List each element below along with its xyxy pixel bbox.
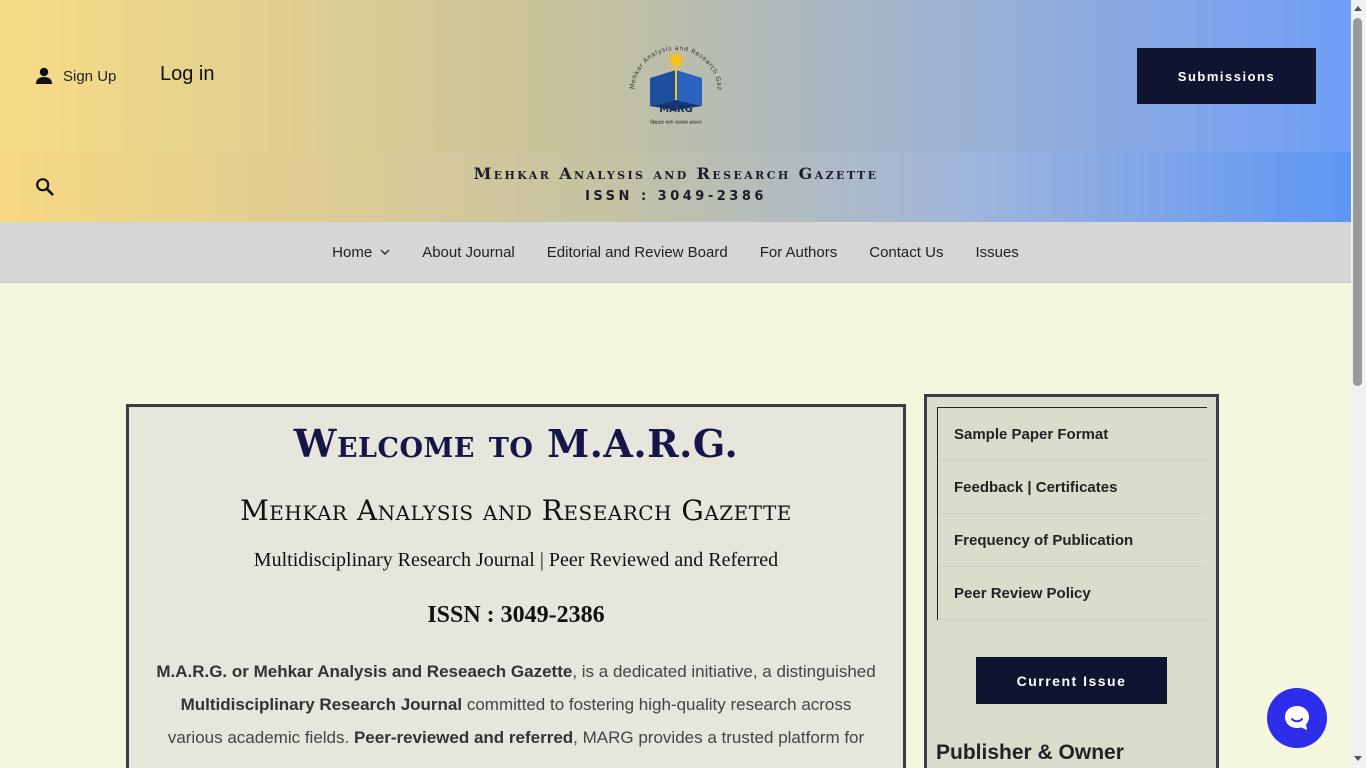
publisher-heading: Publisher & Owner xyxy=(936,741,1124,764)
header-brand-bar: Mehkar Analysis and Research Gazette ISS… xyxy=(0,152,1351,222)
sidebar-item-frequency[interactable]: Frequency of Publication xyxy=(938,514,1207,567)
sidebar-panel: Sample Paper Format Feedback | Certifica… xyxy=(924,394,1219,768)
signup-link[interactable]: Sign Up xyxy=(35,64,116,88)
user-icon xyxy=(36,67,52,84)
scroll-up-arrow-icon[interactable] xyxy=(1354,6,1362,11)
brand-title: Mehkar Analysis and Research Gazette xyxy=(473,164,879,183)
brand-title-block: Mehkar Analysis and Research Gazette ISS… xyxy=(380,164,972,204)
brand-issn: ISSN : 3049-2386 xyxy=(585,189,767,204)
current-issue-button[interactable]: Current Issue xyxy=(976,657,1167,704)
nav-item-editorial-board[interactable]: Editorial and Review Board xyxy=(547,244,728,261)
sidebar-item-peer-review[interactable]: Peer Review Policy xyxy=(938,567,1207,620)
nav-item-home[interactable]: Home xyxy=(332,244,390,261)
chat-bubble-icon xyxy=(1285,706,1309,730)
nav-item-for-authors[interactable]: For Authors xyxy=(760,244,838,261)
nav-item-contact-us[interactable]: Contact Us xyxy=(869,244,943,261)
journal-issn: ISSN : 3049-2386 xyxy=(427,602,605,628)
login-link[interactable]: Log in xyxy=(160,63,215,86)
logo[interactable]: Mehkar Analysis and Research Gazette MAR… xyxy=(618,25,732,130)
welcome-panel: Welcome to M.A.R.G. Mehkar Analysis and … xyxy=(126,404,906,768)
welcome-heading: Welcome to M.A.R.G. xyxy=(293,421,739,466)
main-nav: Home About Journal Editorial and Review … xyxy=(0,222,1351,283)
nav-item-label: Home xyxy=(332,243,373,261)
page-scrollbar[interactable] xyxy=(1351,0,1366,768)
scroll-down-arrow-icon[interactable] xyxy=(1354,756,1362,761)
chat-button[interactable] xyxy=(1267,688,1327,748)
sidebar-link-list: Sample Paper Format Feedback | Certifica… xyxy=(937,407,1207,620)
journal-title: Mehkar Analysis and Research Gazette xyxy=(240,494,792,527)
journal-subtitle: Multidisciplinary Research Journal | Pee… xyxy=(253,549,779,571)
nav-item-about-journal[interactable]: About Journal xyxy=(422,244,515,261)
scrollbar-thumb[interactable] xyxy=(1353,18,1362,386)
nav-item-issues[interactable]: Issues xyxy=(975,244,1018,261)
svg-text:विद्यायाः मार्गः सत्यस्य प्रका: विद्यायाः मार्गः सत्यस्य प्रकाशः xyxy=(650,119,703,126)
intro-paragraph: M.A.R.G. or Mehkar Analysis and Reseaech… xyxy=(156,662,876,747)
sidebar-item-sample-paper[interactable]: Sample Paper Format xyxy=(938,408,1207,461)
signup-label: Sign Up xyxy=(63,67,117,85)
search-icon[interactable] xyxy=(34,176,56,198)
page: Sign Up Log in Mehkar Analysis and Resea… xyxy=(0,0,1351,768)
sidebar-item-feedback[interactable]: Feedback | Certificates xyxy=(938,461,1207,514)
svg-text:MARG: MARG xyxy=(659,104,693,115)
submissions-button[interactable]: Submissions xyxy=(1137,48,1316,104)
marg-logo-icon: Mehkar Analysis and Research Gazette MAR… xyxy=(618,25,723,126)
chevron-down-icon xyxy=(380,248,390,255)
header-top: Sign Up Log in Mehkar Analysis and Resea… xyxy=(0,0,1351,152)
